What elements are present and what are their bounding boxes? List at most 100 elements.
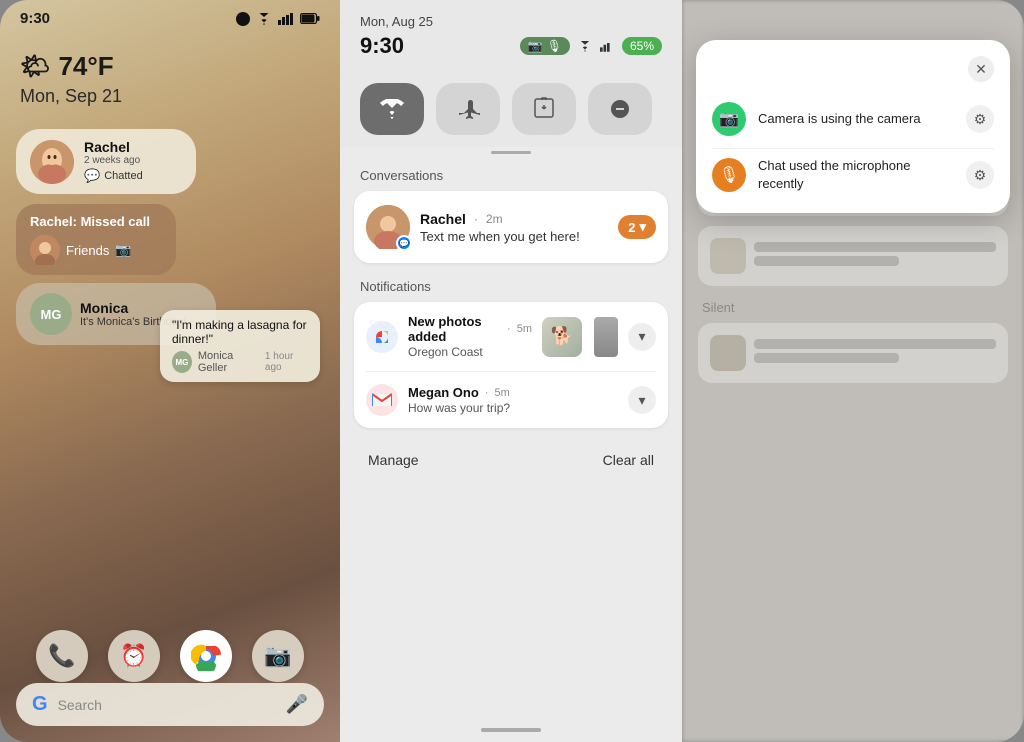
perm-bg-icon-4 (710, 335, 746, 371)
wifi-toggle[interactable] (360, 83, 424, 135)
monica-callout-name: Monica Geller (198, 350, 259, 374)
notif-wifi-icon (578, 41, 592, 52)
manage-button[interactable]: Manage (368, 452, 419, 468)
gmail-time: 5m (494, 387, 509, 399)
friends-widget[interactable]: Rachel: Missed call Friends 📷 (16, 204, 176, 275)
home-status-bar: 9:30 (16, 0, 324, 31)
mic-perm-label: Chat used the microphone recently (758, 157, 954, 193)
perm-close-button[interactable]: ✕ (968, 56, 994, 82)
battery-saver-toggle[interactable] (512, 83, 576, 135)
photos-app-icon (366, 321, 398, 353)
home-indicator (481, 728, 541, 732)
weather-widget: 🌤 74°F Mon, Sep 21 (16, 51, 324, 107)
weather-icon: 🌤 (20, 52, 50, 81)
home-searchbar[interactable]: G Search 🎤 (16, 683, 324, 726)
camera-icon-dock[interactable]: 📷 (252, 630, 304, 682)
signal-icon (278, 13, 294, 25)
notif-header: Mon, Aug 25 9:30 📷 🎙 65% (340, 0, 682, 67)
gmail-app-icon (366, 384, 398, 416)
rachel-widget-sub: 2 weeks ago (84, 155, 182, 166)
rachel-widget-chatted: 💬 Chatted (84, 168, 182, 184)
perm-bg-row-3 (698, 226, 1008, 286)
chevron-down-icon: ▾ (639, 219, 646, 235)
photos-notification-card: New photos added · 5m Oregon Coast 🐕 ▾ M… (354, 302, 668, 428)
rachel-conversation-card[interactable]: 💬 Rachel · 2m Text me when you get here!… (354, 191, 668, 263)
gmail-message: How was your trip? (408, 401, 618, 415)
rachel-widget[interactable]: Rachel 2 weeks ago 💬 Chatted (16, 129, 196, 194)
rachel-widget-name: Rachel (84, 139, 182, 155)
rachel-avatar (30, 140, 74, 184)
friends-avatar (30, 235, 60, 265)
chrome-icon[interactable] (180, 630, 232, 682)
camera-settings-button[interactable]: ⚙ (966, 105, 994, 133)
search-placeholder: Search (58, 697, 276, 713)
permission-dialog: ✕ 📷 Camera is using the camera ⚙ 🎙 Chat … (696, 40, 1010, 213)
battery-status: 65% (622, 37, 662, 55)
photos-notif-item[interactable]: New photos added · 5m Oregon Coast 🐕 ▾ (354, 302, 668, 371)
photos-thumb-2 (594, 317, 618, 357)
rachel-conv-info: Rachel · 2m Text me when you get here! (420, 211, 608, 244)
friends-label: Friends (66, 243, 109, 258)
photos-notif-subtitle: Oregon Coast (408, 345, 532, 359)
home-status-icons (236, 12, 320, 26)
weather-temp: 74°F (58, 51, 113, 82)
photos-notif-time: 5m (517, 323, 532, 335)
rachel-widget-info: Rachel 2 weeks ago 💬 Chatted (84, 139, 182, 184)
monica-callout-time: 1 hour ago (265, 351, 308, 373)
mic-perm-icon: 🎙 (712, 158, 746, 192)
phone-icon[interactable]: 📞 (36, 630, 88, 682)
photos-notif-content: New photos added · 5m Oregon Coast (408, 314, 532, 359)
airplane-toggle[interactable] (436, 83, 500, 135)
weather-date: Mon, Sep 21 (20, 86, 324, 107)
gmail-sender: Megan Ono (408, 385, 479, 400)
notifications-label: Notifications (340, 273, 682, 302)
conv-badge: 💬 (396, 235, 412, 251)
mic-active-icon: 🎙 (547, 39, 562, 53)
notification-panel: Mon, Aug 25 9:30 📷 🎙 65% (340, 0, 682, 742)
monica-callout-avatar: MG (172, 351, 192, 373)
perm-bg-line-8 (754, 353, 899, 363)
notif-spacer (340, 484, 682, 724)
notif-actions: Manage Clear all (340, 436, 682, 484)
conv-count: 2 (628, 220, 635, 235)
clear-all-button[interactable]: Clear all (603, 452, 654, 468)
rachel-conv-name-row: Rachel · 2m (420, 211, 608, 227)
gmail-notif-item[interactable]: Megan Ono · 5m How was your trip? ▾ (354, 372, 668, 428)
mic-permission-item: 🎙 Chat used the microphone recently ⚙ (712, 148, 994, 201)
rachel-conv-avatar: 💬 (366, 205, 410, 249)
mic-settings-button[interactable]: ⚙ (966, 161, 994, 189)
perm-dialog-header: ✕ (712, 56, 994, 82)
gmail-expand-btn[interactable]: ▾ (628, 386, 656, 414)
clock-icon[interactable]: ⏰ (108, 630, 160, 682)
photos-expand-btn[interactable]: ▾ (628, 323, 656, 351)
perm-bg-line-6 (754, 256, 899, 266)
wifi-icon (256, 13, 272, 25)
monica-avatar: MG (30, 293, 72, 335)
camera-active-pill: 📷 🎙 (520, 37, 570, 55)
friends-row: Friends 📷 (30, 235, 162, 265)
perm-bg-silent-label: Silent (698, 300, 1008, 315)
battery-level: 65% (630, 39, 654, 53)
notif-status-right: 📷 🎙 65% (520, 37, 662, 55)
notif-status-row: 9:30 📷 🎙 65% (360, 33, 662, 59)
monica-callout: "I'm making a lasagna for dinner!" MG Mo… (160, 310, 320, 382)
conv-expand-button[interactable]: 2 ▾ (618, 215, 656, 239)
conversations-label: Conversations (340, 162, 682, 191)
google-g-icon: G (32, 693, 48, 716)
missed-call-label: Rachel: Missed call (30, 214, 162, 229)
mic-icon[interactable]: 🎤 (286, 694, 308, 715)
perm-bg-line-5 (754, 242, 996, 252)
camera-perm-icon: 📷 (712, 102, 746, 136)
camera-permission-item: 📷 Camera is using the camera ⚙ (712, 94, 994, 144)
app-dock: 📞 ⏰ 📷 (0, 630, 340, 682)
camera-dot (236, 12, 250, 26)
perm-bg-row-4 (698, 323, 1008, 383)
home-clock: 9:30 (20, 10, 50, 27)
dnd-toggle[interactable] (588, 83, 652, 135)
perm-bg-line-7 (754, 339, 996, 349)
quick-toggles (340, 67, 682, 147)
monica-callout-quote: "I'm making a lasagna for dinner!" (172, 318, 308, 346)
rachel-conv-message: Text me when you get here! (420, 229, 608, 244)
permission-panel: Conversations Notifications Sil (682, 0, 1024, 742)
rachel-conv-time: 2m (486, 212, 503, 226)
